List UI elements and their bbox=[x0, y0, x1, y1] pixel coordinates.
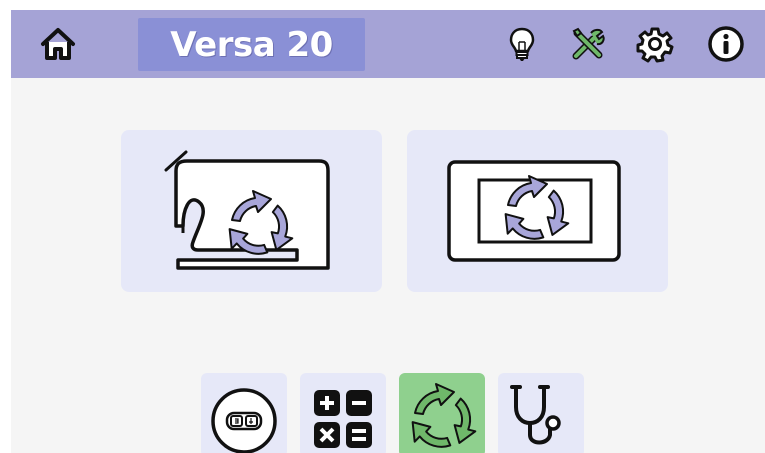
thread-counter-icon bbox=[211, 388, 277, 453]
stethoscope-icon bbox=[510, 385, 561, 445]
thread-counter-tile[interactable] bbox=[201, 373, 287, 453]
settings-button[interactable] bbox=[634, 23, 676, 65]
tools-icon bbox=[572, 27, 605, 60]
app-title-box: Versa 20 bbox=[138, 18, 365, 71]
update-tile[interactable] bbox=[399, 373, 485, 453]
info-button[interactable] bbox=[705, 23, 747, 65]
gear-icon bbox=[636, 27, 674, 63]
machine-update-card[interactable] bbox=[121, 130, 382, 292]
calculator-tile[interactable] bbox=[300, 373, 386, 453]
screen-update-card[interactable] bbox=[407, 130, 668, 292]
home-icon bbox=[41, 28, 75, 60]
home-button[interactable] bbox=[37, 23, 79, 65]
lightbulb-icon bbox=[509, 27, 535, 61]
tips-button[interactable] bbox=[501, 23, 543, 65]
top-bar: Versa 20 bbox=[11, 10, 765, 78]
diagnostics-tile[interactable] bbox=[498, 373, 584, 453]
calculator-icon bbox=[314, 390, 372, 448]
info-icon bbox=[708, 26, 744, 62]
screen-update-icon bbox=[447, 160, 621, 262]
update-icon bbox=[411, 383, 477, 448]
sewing-machine-update-icon bbox=[164, 150, 330, 270]
app-screen: Versa 20 bbox=[11, 10, 765, 453]
app-title: Versa 20 bbox=[170, 24, 333, 65]
maintenance-button[interactable] bbox=[567, 23, 609, 65]
